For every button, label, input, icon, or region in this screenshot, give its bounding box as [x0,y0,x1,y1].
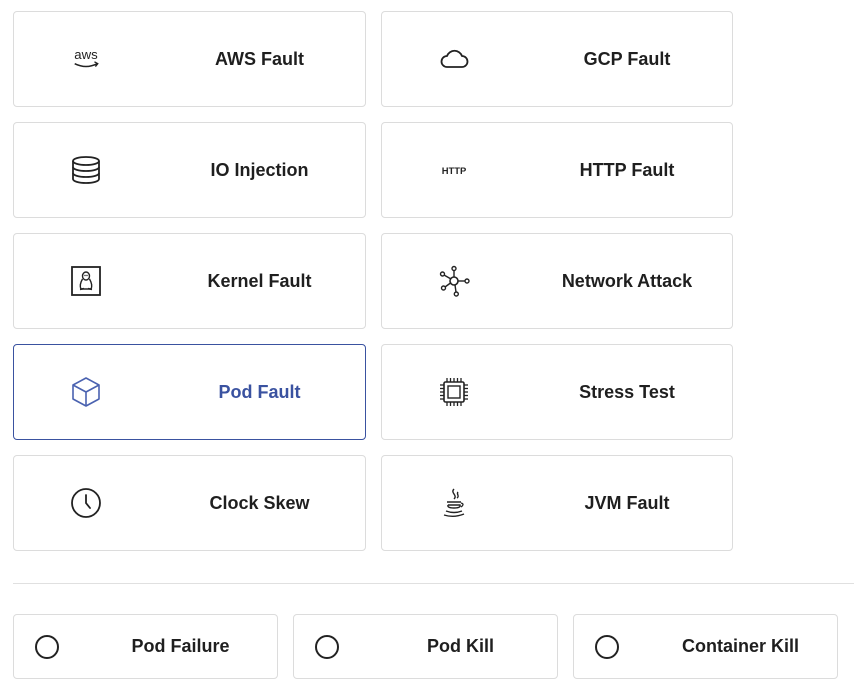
option-label: Container Kill [681,636,799,656]
fault-card-io[interactable]: IO Injection [13,122,366,218]
svg-text:HTTP: HTTP [442,165,467,176]
fault-card-label: Network Attack [561,270,693,291]
database-icon [70,154,102,186]
svg-text:aws: aws [74,47,98,62]
radio-button[interactable] [315,635,339,659]
aws-logo-icon: aws [70,43,102,75]
network-hub-icon [438,265,470,297]
option-pod-kill[interactable]: Pod Kill [293,614,558,679]
fault-card-aws[interactable]: aws AWS Fault [13,11,366,107]
cpu-chip-icon [438,376,470,408]
fault-card-label: Pod Fault [218,381,301,402]
option-label: Pod Failure [131,636,230,656]
option-label: Pod Kill [427,636,494,656]
fault-card-label: AWS Fault [215,48,304,69]
fault-type-grid: aws AWS Fault GCP Fault IO Injection HTT… [13,11,733,551]
option-container-kill[interactable]: Container Kill [573,614,838,679]
radio-button[interactable] [595,635,619,659]
fault-card-label: GCP Fault [583,48,671,69]
fault-card-label: HTTP Fault [579,159,675,180]
fault-card-label: JVM Fault [584,492,670,513]
section-divider [13,583,854,584]
fault-card-label: Kernel Fault [207,270,312,291]
fault-card-clock[interactable]: Clock Skew [13,455,366,551]
fault-card-jvm[interactable]: JVM Fault [381,455,733,551]
fault-card-kernel[interactable]: Kernel Fault [13,233,366,329]
fault-card-stress[interactable]: Stress Test [381,344,733,440]
java-coffee-icon [438,487,470,519]
fault-card-network[interactable]: Network Attack [381,233,733,329]
option-pod-failure[interactable]: Pod Failure [13,614,278,679]
cloud-icon [438,43,470,75]
cube-icon [70,376,102,408]
fault-card-pod[interactable]: Pod Fault [13,344,366,440]
clock-icon [70,487,102,519]
fault-card-label: Clock Skew [209,492,310,513]
fault-card-http[interactable]: HTTP HTTP Fault [381,122,733,218]
radio-button[interactable] [35,635,59,659]
pod-action-options: Pod Failure Pod Kill Container Kill [13,614,838,679]
linux-penguin-icon [70,265,102,297]
fault-card-gcp[interactable]: GCP Fault [381,11,733,107]
fault-card-label: Stress Test [579,381,675,402]
fault-card-label: IO Injection [210,159,309,180]
http-icon: HTTP [438,154,470,186]
